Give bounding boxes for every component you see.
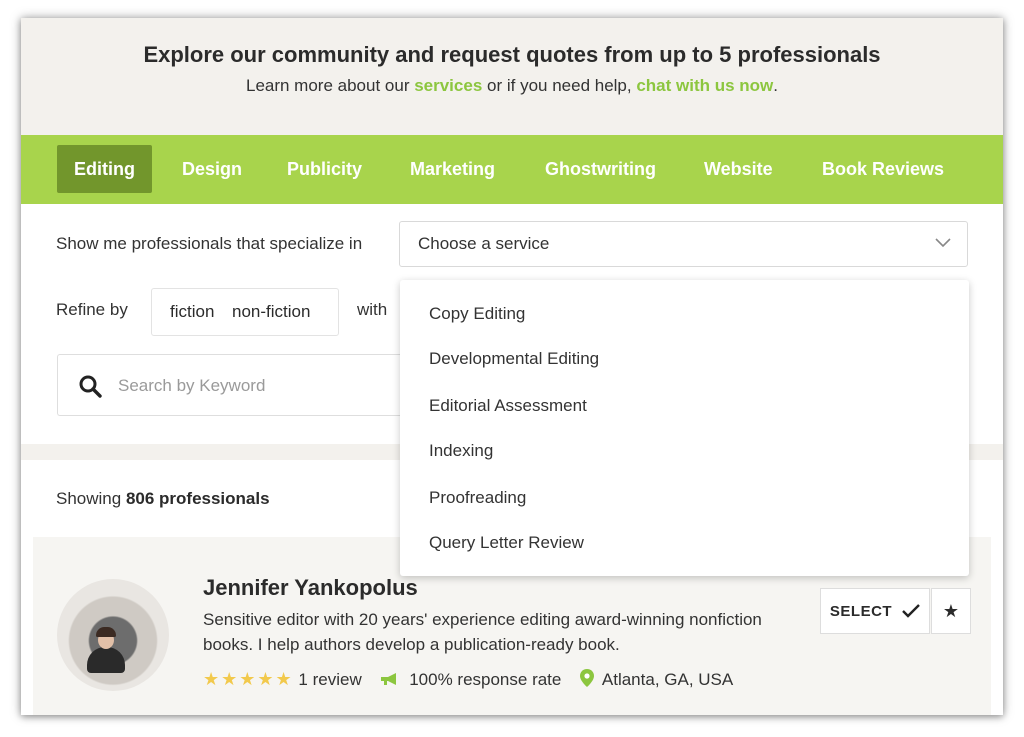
tab-website[interactable]: Website (704, 145, 773, 193)
hero-sub-prefix: Learn more about our (245, 76, 415, 95)
avatar[interactable] (57, 579, 169, 691)
refine-label: Refine by (56, 300, 128, 319)
professional-meta: ★★★★★ 1 review 100% response rate Atlant… (203, 669, 747, 690)
tab-publicity[interactable]: Publicity (287, 145, 362, 193)
tab-design[interactable]: Design (182, 145, 242, 193)
with-label: with (357, 300, 388, 319)
tab-book-reviews[interactable]: Book Reviews (822, 145, 944, 193)
option-editorial-assessment[interactable]: Editorial Assessment (429, 396, 587, 416)
professional-bio: Sensitive editor with 20 years' experien… (203, 610, 762, 654)
checkmark-icon (902, 604, 920, 618)
option-proofreading[interactable]: Proofreading (429, 488, 526, 508)
search-icon (79, 375, 102, 398)
results-number: 806 professionals (125, 489, 270, 508)
option-copy-editing[interactable]: Copy Editing (429, 304, 525, 324)
professional-name[interactable]: Jennifer Yankopolus (203, 575, 418, 601)
tab-editing[interactable]: Editing (57, 145, 152, 193)
service-select[interactable]: Choose a service (399, 221, 968, 267)
tab-marketing[interactable]: Marketing (410, 145, 495, 193)
services-link[interactable]: services (414, 76, 482, 95)
service-dropdown-menu: Copy Editing Developmental Editing Edito… (400, 280, 969, 576)
hero-sub-suffix: . (773, 76, 779, 95)
star-icon: ★ (942, 600, 960, 621)
specialize-label: Show me professionals that specialize in (56, 234, 363, 253)
results-prefix: Showing (56, 489, 126, 508)
select-button-label: SELECT (829, 602, 893, 620)
service-select-value: Choose a service (418, 234, 550, 253)
option-developmental-editing[interactable]: Developmental Editing (429, 349, 599, 369)
star-rating-icon: ★★★★★ (203, 669, 294, 689)
chevron-down-icon (935, 238, 951, 248)
search-input[interactable] (116, 371, 400, 401)
category-tabs: Editing Design Publicity Marketing Ghost… (21, 135, 1003, 204)
avatar-body (87, 647, 125, 673)
location-group: Atlanta, GA, USA (580, 669, 733, 690)
hero-sub-mid: or if you need help, (482, 76, 637, 95)
avatar-hair (96, 627, 116, 637)
page: Explore our community and request quotes… (21, 18, 1003, 715)
select-button[interactable]: SELECT (820, 588, 930, 634)
megaphone-icon (381, 673, 397, 685)
hero-subtitle: Learn more about our services or if you … (21, 76, 1003, 96)
favorite-star-button[interactable]: ★ (931, 588, 971, 634)
chip-non-fiction[interactable]: non-fiction (232, 302, 310, 322)
hero-banner: Explore our community and request quotes… (21, 18, 1003, 136)
option-indexing[interactable]: Indexing (429, 441, 493, 461)
results-count: Showing 806 professionals (56, 489, 270, 509)
location: Atlanta, GA, USA (601, 670, 734, 689)
chip-fiction[interactable]: fiction (170, 302, 214, 322)
option-query-letter-review[interactable]: Query Letter Review (429, 533, 584, 553)
rating-group: ★★★★★ 1 review (203, 669, 362, 690)
response-group: 100% response rate (380, 670, 561, 690)
hero-title: Explore our community and request quotes… (143, 42, 881, 67)
tab-ghostwriting[interactable]: Ghostwriting (545, 145, 656, 193)
chat-link[interactable]: chat with us now (636, 76, 773, 95)
review-count[interactable]: 1 review (298, 670, 361, 689)
keyword-search (57, 354, 417, 416)
response-rate: 100% response rate (409, 670, 562, 689)
map-pin-icon (580, 669, 595, 687)
genre-filter: fiction non-fiction (151, 288, 339, 336)
